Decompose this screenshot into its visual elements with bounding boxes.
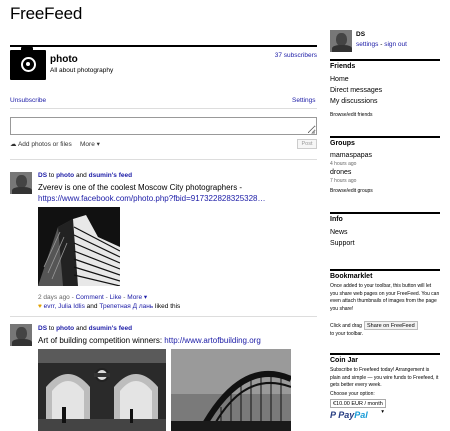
sidebar-item-my-discussions[interactable]: My discussions — [330, 97, 377, 107]
coinjar-option-select[interactable]: €10.00 EUR / month ▾ — [330, 399, 386, 415]
choose-option-label: Choose your option: — [330, 391, 375, 397]
camera-icon — [10, 47, 46, 80]
feed-settings-link[interactable]: Settings — [292, 97, 316, 104]
divider — [10, 159, 317, 160]
post-actions: 2 days ago - Comment - Like - More ▾ — [38, 293, 147, 301]
post-photo-thumbnail[interactable] — [171, 349, 291, 431]
post-author-link[interactable]: DS — [38, 325, 47, 332]
group-timestamp: 7 hours ago — [330, 178, 357, 184]
likers-link[interactable]: evrr, Julia Idlis — [44, 303, 85, 310]
avatar[interactable] — [10, 172, 32, 194]
subscribers-link[interactable]: 37 subscribers — [275, 52, 317, 59]
bookmarklet-drag-row: Click and drag Share on FreeFeed — [330, 321, 418, 330]
bookmarklet-heading: Bookmarklet — [330, 269, 440, 280]
drag-text-2: to your toolbar. — [330, 331, 364, 337]
post-photo-thumbnail[interactable] — [38, 207, 120, 286]
post-text: Zverev is one of the coolest Moscow City… — [38, 183, 243, 192]
and-word: and — [75, 172, 87, 179]
user-name[interactable]: DS — [356, 31, 365, 38]
share-on-freefeed-button[interactable]: Share on FreeFeed — [363, 321, 418, 330]
to-word: to — [48, 172, 55, 179]
comment-link[interactable]: Comment — [76, 294, 104, 301]
paypal-logo-icon: P — [330, 410, 336, 420]
feed-actions-row — [10, 96, 317, 109]
sidebar-item-home[interactable]: Home — [330, 75, 349, 85]
paypal-button[interactable]: P PayPal — [330, 410, 368, 420]
composer-more-menu[interactable]: More ▾ — [80, 140, 100, 148]
post-author-link[interactable]: DS — [38, 172, 47, 179]
group-timestamp: 4 hours ago — [330, 161, 357, 167]
bridge-photo — [171, 349, 291, 431]
post-text: Art of building competition winners: htt… — [38, 335, 318, 346]
feed-title: photo — [50, 54, 78, 65]
post-feed2-link[interactable]: dsumin's feed — [89, 172, 132, 179]
post-more-menu[interactable]: More ▾ — [127, 294, 147, 301]
divider — [10, 316, 317, 317]
post-header: DS to photo and dsumin's feed — [38, 172, 132, 179]
chevron-down-icon: ▾ — [381, 409, 384, 415]
avatar[interactable] — [10, 324, 32, 346]
building-photo — [38, 207, 120, 286]
groups-heading: Groups — [330, 136, 440, 147]
cloud-upload-icon: ☁ — [10, 141, 17, 148]
feed-description: All about photography — [50, 67, 114, 74]
post-feed2-link[interactable]: dsumin's feed — [89, 325, 132, 332]
post-link[interactable]: http://www.artofbuilding.org — [164, 336, 261, 345]
user-links: settings - sign out — [356, 41, 407, 48]
friends-heading: Friends — [330, 59, 440, 70]
sidebar-item-group[interactable]: mamaspapas — [330, 151, 372, 161]
user-avatar[interactable] — [330, 30, 352, 52]
info-heading: Info — [330, 212, 440, 223]
unsubscribe-link[interactable]: Unsubscribe — [10, 97, 46, 104]
paypal-pay: Pay — [338, 410, 355, 420]
likes-line: ♥ evrr, Julia Idlis and Трепетная Д лань… — [38, 303, 180, 310]
post-feed-link[interactable]: photo — [56, 172, 74, 179]
sidebar-item-support[interactable]: Support — [330, 239, 355, 249]
underground-photo — [38, 349, 166, 431]
attach-files-label: Add photos or files — [17, 141, 72, 148]
sidebar-item-news[interactable]: News — [330, 228, 348, 238]
like-link[interactable]: Like — [110, 294, 122, 301]
feed-header-rule — [10, 45, 317, 47]
and-word: and — [75, 325, 87, 332]
browse-groups-link[interactable]: Browse/edit groups — [330, 188, 373, 194]
browse-friends-link[interactable]: Browse/edit friends — [330, 112, 373, 118]
sign-out-link[interactable]: sign out — [384, 41, 407, 48]
post-header: DS to photo and dsumin's feed — [38, 325, 132, 332]
post-button[interactable]: Post — [297, 139, 317, 149]
bookmarklet-description: Once added to your toolbar, this button … — [330, 283, 440, 312]
resize-handle-icon[interactable]: ◢ — [311, 129, 315, 135]
post-text-body: Art of building competition winners: — [38, 336, 163, 345]
drag-text: Click and drag — [330, 322, 362, 329]
sidebar-item-direct-messages[interactable]: Direct messages — [330, 86, 382, 96]
paypal-pal: Pal — [354, 410, 368, 420]
app-logo[interactable]: FreeFeed — [10, 4, 82, 24]
coinjar-selected-option: €10.00 EUR / month — [333, 401, 383, 407]
settings-link[interactable]: settings — [356, 41, 378, 48]
liker-link[interactable]: Трепетная Д лань — [99, 303, 153, 310]
post-feed-link[interactable]: photo — [56, 325, 74, 332]
post-link[interactable]: https://www.facebook.com/photo.php?fbid=… — [38, 193, 318, 204]
to-word: to — [48, 325, 55, 332]
post-time[interactable]: 2 days ago — [38, 294, 70, 301]
sidebar-item-group[interactable]: drones — [330, 168, 351, 178]
coinjar-description: Subscribe to Freefeed today! Arrangement… — [330, 367, 439, 388]
attach-files-button[interactable]: ☁ Add photos or files — [10, 140, 72, 148]
post-photo-thumbnail[interactable] — [38, 349, 166, 431]
coinjar-heading: Coin Jar — [330, 353, 440, 364]
and-word: and — [86, 303, 98, 310]
heart-icon: ♥ — [38, 303, 42, 310]
post-input[interactable] — [10, 117, 317, 135]
liked-this-text: liked this — [155, 303, 181, 310]
